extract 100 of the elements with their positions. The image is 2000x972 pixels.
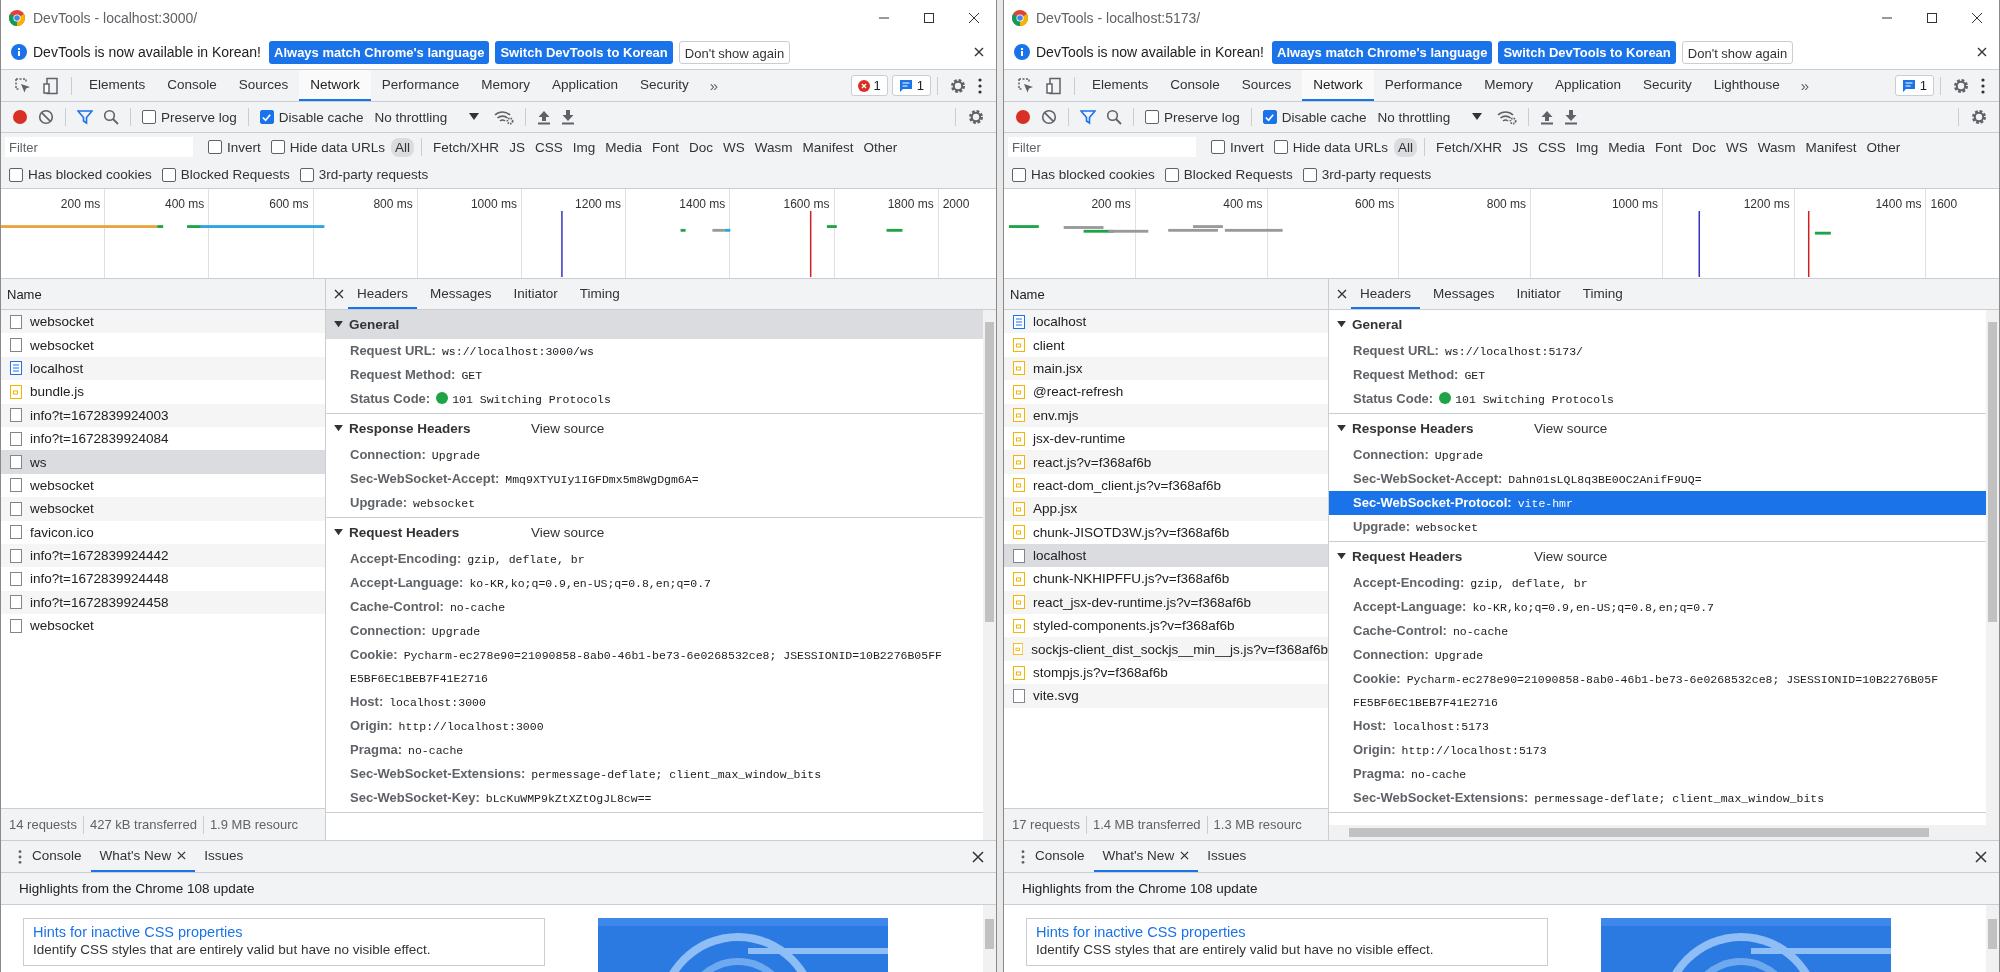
type-filter-button[interactable]: All	[1394, 137, 1418, 157]
panel-tab[interactable]: Sources	[227, 70, 300, 101]
header-row[interactable]: Sec-WebSocket-Key: bLcKuWMP9kZtXZtOgJL8cw==	[326, 786, 983, 810]
more-tabs-button[interactable]: »	[699, 77, 729, 94]
panel-tab[interactable]: Memory	[470, 70, 541, 101]
download-icon[interactable]	[561, 109, 576, 125]
error-count-button[interactable]: 1	[850, 75, 888, 96]
scrollbar-thumb[interactable]	[985, 322, 994, 622]
infobar-button[interactable]: Don't show again	[1681, 40, 1794, 64]
checkbox[interactable]	[1211, 140, 1225, 154]
detail-tab[interactable]: Initiator	[1507, 279, 1570, 309]
type-filter-button[interactable]: CSS	[530, 137, 567, 157]
scrollbar-thumb[interactable]	[1349, 828, 1929, 837]
detail-tab[interactable]: Messages	[421, 279, 501, 309]
close-icon[interactable]	[967, 11, 980, 24]
type-filter-button[interactable]: Wasm	[1753, 137, 1800, 157]
header-row[interactable]: Request Method: GET	[1329, 363, 1986, 387]
request-row[interactable]: chunk-JISOTD3W.js?v=f368af6b	[1004, 520, 1328, 544]
view-source-link[interactable]: View source	[1534, 549, 1608, 564]
close-icon[interactable]	[1977, 47, 1987, 57]
header-row[interactable]: Request URL: ws://localhost:3000/ws	[326, 339, 983, 363]
type-filter-button[interactable]: Fetch/XHR	[1432, 137, 1507, 157]
filter-field[interactable]: Filter	[1008, 137, 1196, 157]
checkbox[interactable]	[299, 167, 314, 182]
close-icon[interactable]	[1180, 851, 1190, 860]
request-row[interactable]: react-dom_client.js?v=f368af6b	[1004, 473, 1328, 498]
type-filter-button[interactable]: Img	[568, 137, 600, 157]
panel-tab[interactable]: Network	[1302, 70, 1374, 101]
type-filter-button[interactable]: Fetch/XHR	[429, 137, 504, 157]
request-row[interactable]: ws	[1, 450, 325, 474]
header-row[interactable]: Host: localhost:3000	[326, 690, 983, 714]
header-row[interactable]: Accept-Encoding: gzip, deflate, br	[326, 547, 983, 571]
panel-tab[interactable]: Memory	[1473, 70, 1544, 101]
column-header[interactable]: Name	[7, 286, 42, 302]
type-filter-button[interactable]: Font	[1650, 137, 1686, 157]
header-row[interactable]: Cache-Control: no-cache	[1329, 619, 1986, 643]
scrollbar[interactable]	[1986, 310, 1999, 825]
detail-tab[interactable]: Messages	[1424, 279, 1504, 309]
panel-tab[interactable]: Console	[156, 70, 228, 101]
detail-tab[interactable]: Timing	[1573, 279, 1632, 309]
checkbox[interactable]	[161, 167, 176, 182]
infobar-button[interactable]: Don't show again	[678, 40, 791, 64]
more-icon[interactable]	[1980, 76, 1986, 95]
view-source-link[interactable]: View source	[531, 525, 605, 540]
request-row[interactable]: localhost	[1, 356, 325, 381]
maximize-icon[interactable]	[922, 11, 935, 24]
request-row[interactable]: info?t=1672839924442	[1, 543, 325, 568]
more-icon[interactable]	[977, 76, 983, 95]
throttling-dropdown[interactable]: No throttling	[374, 109, 480, 125]
infobar-button[interactable]: Always match Chrome's language	[1272, 40, 1493, 64]
checkbox[interactable]	[1273, 140, 1288, 154]
section-header[interactable]: Request Headers View source	[1329, 542, 1986, 571]
section-header[interactable]: General	[1329, 310, 1986, 339]
request-row[interactable]: websocket	[1, 614, 325, 638]
type-filter-button[interactable]: JS	[1508, 137, 1532, 157]
header-row[interactable]: Cache-Control: no-cache	[326, 595, 983, 619]
request-row[interactable]: bundle.js	[1, 380, 325, 404]
header-row[interactable]: Connection: Upgrade	[1329, 443, 1986, 467]
header-row[interactable]: Connection: Upgrade	[1329, 643, 1986, 667]
section-header[interactable]: Request Headers View source	[326, 518, 983, 547]
detail-tab[interactable]: Headers	[1351, 279, 1421, 309]
request-row[interactable]: sockjs-client_dist_sockjs__min__js.js?v=f368af6b	[1004, 637, 1328, 661]
download-icon[interactable]	[1564, 109, 1579, 125]
checkbox[interactable]	[1012, 167, 1026, 182]
panel-tab[interactable]: Console	[1159, 70, 1231, 101]
scrollbar[interactable]	[983, 905, 996, 972]
header-row[interactable]: Status Code: 101 Switching Protocols	[1329, 387, 1986, 411]
header-row[interactable]: Request URL: ws://localhost:5173/	[1329, 339, 1986, 363]
request-row[interactable]: client	[1004, 333, 1328, 357]
request-row[interactable]: info?t=1672839924084	[1, 426, 325, 451]
request-row[interactable]: localhost	[1004, 310, 1328, 334]
device-icon[interactable]	[42, 76, 60, 95]
header-row[interactable]: Sec-WebSocket-Extensions: permessage-deflate; client_max_window_bits	[326, 762, 983, 786]
more-icon[interactable]	[17, 848, 23, 865]
request-row[interactable]: vite.svg	[1004, 684, 1328, 708]
checkbox[interactable]	[142, 110, 156, 124]
type-filter-button[interactable]: All	[391, 137, 415, 157]
upload-icon[interactable]	[537, 109, 552, 125]
inspect-icon[interactable]	[1017, 76, 1035, 95]
type-filter-button[interactable]: Media	[601, 137, 646, 157]
header-row[interactable]: Origin: http://localhost:5173	[1329, 738, 1986, 762]
type-filter-button[interactable]: Manifest	[798, 137, 858, 157]
header-row[interactable]: Host: localhost:5173	[1329, 714, 1986, 738]
more-icon[interactable]	[1020, 848, 1026, 865]
type-filter-button[interactable]: Other	[1862, 137, 1905, 157]
scrollbar-thumb[interactable]	[985, 919, 994, 949]
search-icon[interactable]	[103, 109, 119, 125]
checkbox[interactable]	[259, 110, 274, 124]
panel-tab[interactable]: Application	[540, 70, 629, 101]
filter-icon[interactable]	[1080, 109, 1096, 125]
clear-icon[interactable]	[1041, 109, 1057, 125]
type-filter-button[interactable]: Wasm	[750, 137, 797, 157]
scrollbar-thumb[interactable]	[1988, 322, 1997, 622]
request-row[interactable]: @react-refresh	[1004, 380, 1328, 404]
header-row[interactable]: Accept-Language: ko-KR,ko;q=0.9,en-US;q=0.8,en;q=0.7	[326, 571, 983, 595]
request-row[interactable]: react.js?v=f368af6b	[1004, 450, 1328, 474]
section-header[interactable]: Response Headers View source	[326, 414, 983, 443]
request-row[interactable]: App.jsx	[1004, 497, 1328, 521]
wifi-gear-icon[interactable]	[494, 109, 515, 125]
request-row[interactable]: info?t=1672839924458	[1, 590, 325, 615]
